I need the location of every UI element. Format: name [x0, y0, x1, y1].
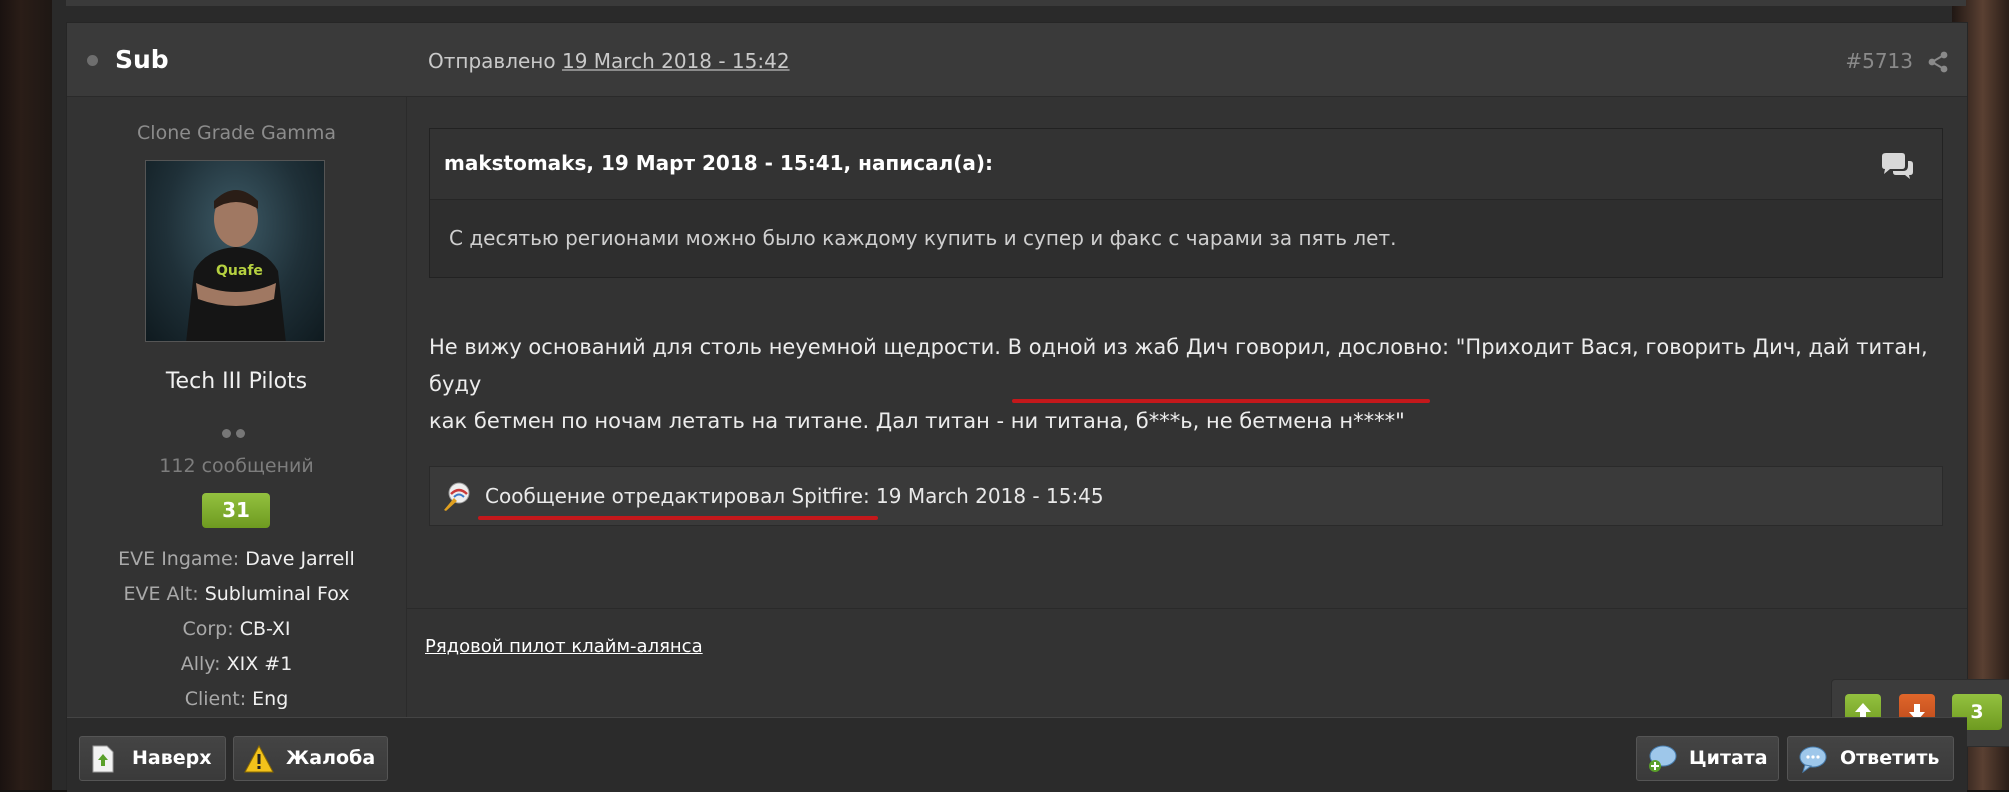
reputation-pips — [222, 423, 250, 442]
red-underline-annotation — [1012, 399, 1430, 403]
edit-notice: Сообщение отредактировал Spitfire: 19 Ma… — [429, 466, 1943, 526]
field-client: Client: Eng — [184, 688, 289, 710]
avatar-image: Quafe — [186, 190, 286, 341]
quote-text: С десятью регионами можно было каждому к… — [449, 226, 1397, 250]
quote-label: Цитата — [1689, 747, 1768, 769]
post-header: Sub Отправлено 19 March 2018 - 15:42 #57… — [67, 23, 1967, 97]
post-body-line-1: Не вижу оснований для столь неуемной щед… — [429, 335, 1928, 396]
quote-header: makstomaks, 19 Март 2018 - 15:41, написа… — [430, 129, 1942, 200]
field-eve-alt: EVE Alt: Subluminal Fox — [123, 583, 350, 605]
author-sidebar: Clone Grade Gamma Quafe Tech III Pilots … — [67, 97, 407, 717]
share-icon[interactable] — [1927, 51, 1949, 73]
field-ally: Ally: XIX #1 — [180, 653, 293, 675]
page-up-icon — [92, 745, 114, 773]
post-footer: Наверх Жалоба Цитата Ответить — [67, 717, 1967, 792]
forum-post: Sub Отправлено 19 March 2018 - 15:42 #57… — [66, 22, 2009, 792]
signature-divider — [407, 608, 1967, 609]
offline-status-dot — [87, 55, 98, 66]
blockquote: makstomaks, 19 Март 2018 - 15:41, написа… — [429, 128, 1943, 278]
reply-label: Ответить — [1840, 747, 1940, 769]
edit-pen-icon — [444, 482, 470, 511]
post-number-link[interactable]: #5713 — [1845, 49, 1913, 73]
edit-notice-text: Сообщение отредактировал Spitfire: 19 Ma… — [485, 484, 1104, 508]
posted-date-link[interactable]: 19 March 2018 - 15:42 — [562, 49, 790, 73]
post-body: Не вижу оснований для столь неуемной щед… — [429, 329, 1959, 440]
post-body-line-2: как бетмен по ночам летать на титане. Да… — [429, 409, 1405, 433]
post-count[interactable]: 112 сообщений — [67, 455, 406, 477]
field-corp: Corp: CB-XI — [182, 618, 291, 640]
quote-button[interactable]: Цитата — [1636, 736, 1779, 781]
report-button[interactable]: Жалоба — [233, 736, 388, 781]
posted-prefix: Отправлено — [428, 49, 556, 73]
warning-icon — [244, 745, 274, 773]
quote-citation[interactable]: makstomaks, 19 Март 2018 - 15:41, написа… — [444, 151, 993, 175]
avatar[interactable]: Quafe — [145, 160, 325, 342]
post-date: Отправлено 19 March 2018 - 15:42 — [428, 49, 790, 73]
report-label: Жалоба — [286, 747, 376, 769]
member-group: Tech III Pilots — [165, 369, 308, 394]
quote-bubbles-icon[interactable] — [1880, 153, 1914, 179]
field-eve-ingame: EVE Ingame: Dave Jarrell — [118, 548, 355, 570]
back-to-top-button[interactable]: Наверх — [79, 736, 226, 781]
author-name[interactable]: Sub — [115, 45, 169, 74]
rank-title: Clone Grade Gamma — [137, 122, 336, 144]
background-left — [0, 0, 52, 790]
signature-link[interactable]: Рядовой пилот клайм-алянса — [425, 636, 703, 657]
previous-post-edge — [66, 0, 1966, 6]
reputation-badge: 31 — [202, 493, 270, 528]
red-underline-annotation-2 — [478, 516, 878, 520]
reply-button[interactable]: Ответить — [1787, 736, 1954, 781]
back-to-top-label: Наверх — [132, 747, 212, 769]
quote-bubble-plus-icon — [1649, 745, 1677, 772]
svg-text:Quafe: Quafe — [216, 263, 263, 279]
reply-bubble-icon — [1799, 746, 1827, 773]
